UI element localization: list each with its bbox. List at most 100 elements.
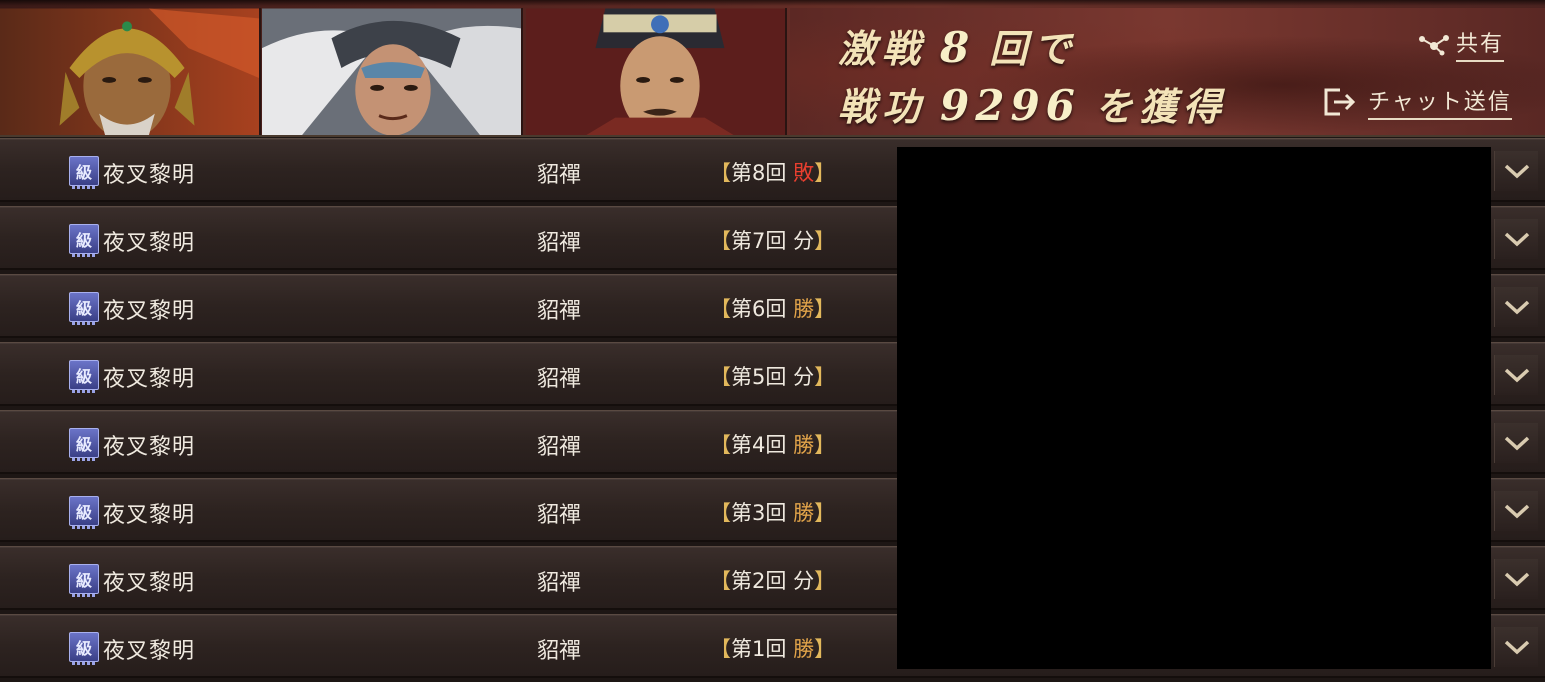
opponent-name: 貂禪 (537, 163, 582, 188)
round-label: 第7回 (731, 229, 787, 253)
round-label: 第4回 (731, 433, 787, 457)
bracket-open: 【 (710, 297, 731, 321)
player-name: 夜叉黎明 (103, 163, 196, 188)
bracket-open: 【 (710, 161, 731, 185)
general-portrait-1 (0, 8, 261, 135)
chevron-down-icon (1504, 300, 1529, 315)
bracket-open: 【 (710, 229, 731, 253)
white-haired-general-icon (262, 8, 521, 135)
merit-points-line: 戦功 9296 を獲得 (838, 76, 1227, 131)
round-result: 【第8回 敗】 (710, 157, 835, 187)
bracket-close: 】 (814, 297, 836, 321)
player-name: 夜叉黎明 (103, 639, 196, 664)
send-to-chat-label: チャット送信 (1368, 84, 1512, 120)
battle-count-line: 激戦 8 回で (838, 18, 1077, 73)
player-name: 夜叉黎明 (103, 503, 196, 528)
result-text: 勝 (793, 501, 815, 525)
opponent-name: 貂禪 (537, 639, 582, 664)
opponent-name: 貂禪 (537, 367, 582, 392)
rank-badge-icon: 級 (69, 224, 99, 257)
round-label: 第5回 (731, 365, 787, 389)
chevron-down-icon (1504, 436, 1529, 451)
chevron-down-icon (1504, 640, 1529, 655)
chevron-down-icon (1504, 368, 1529, 383)
round-result: 【第1回 勝】 (710, 633, 835, 663)
battle-count-value: 8 (940, 23, 976, 72)
battle-count-suffix: 回で (989, 26, 1078, 71)
bracket-close: 】 (814, 569, 836, 593)
expand-row-button[interactable] (1494, 491, 1538, 531)
bracket-open: 【 (710, 365, 731, 389)
merit-prefix: 戦功 (838, 84, 927, 129)
opponent-name: 貂禪 (537, 571, 582, 596)
rank-badge-icon: 級 (69, 496, 99, 529)
player-name: 夜叉黎明 (103, 367, 196, 392)
expand-row-button[interactable] (1494, 151, 1538, 191)
send-to-chat-button[interactable]: チャット送信 (1322, 84, 1512, 120)
opponent-name: 貂禪 (537, 503, 582, 528)
helmeted-general-icon (0, 8, 259, 135)
expand-row-button[interactable] (1494, 287, 1538, 327)
bracket-open: 【 (710, 569, 731, 593)
general-portrait-3 (526, 8, 787, 135)
round-label: 第8回 (731, 161, 787, 185)
merit-suffix: を獲得 (1094, 84, 1227, 129)
player-name: 夜叉黎明 (103, 571, 196, 596)
bracket-close: 】 (814, 501, 836, 525)
rank-badge-icon: 級 (69, 632, 99, 665)
bracket-open: 【 (710, 637, 731, 661)
official-general-icon (526, 8, 785, 135)
round-result: 【第5回 分】 (710, 361, 835, 391)
player-name: 夜叉黎明 (103, 435, 196, 460)
result-text: 分 (793, 569, 815, 593)
round-result: 【第4回 勝】 (710, 429, 835, 459)
result-text: 勝 (793, 637, 815, 661)
bracket-close: 】 (814, 433, 836, 457)
round-result: 【第2回 分】 (710, 565, 835, 595)
bracket-close: 】 (814, 161, 836, 185)
rank-badge-icon: 級 (69, 428, 99, 461)
share-icon (1419, 35, 1449, 56)
round-label: 第2回 (731, 569, 787, 593)
bracket-close: 】 (814, 229, 836, 253)
result-text: 勝 (793, 297, 815, 321)
bracket-open: 【 (710, 501, 731, 525)
round-label: 第6回 (731, 297, 787, 321)
merit-points-value: 9296 (940, 81, 1081, 130)
expand-row-button[interactable] (1494, 627, 1538, 667)
rank-badge-icon: 級 (69, 156, 99, 189)
player-name: 夜叉黎明 (103, 299, 196, 324)
battle-summary-header: 激戦 8 回で 戦功 9296 を獲得 共有 チャット送信 (0, 0, 1545, 137)
expand-row-button[interactable] (1494, 423, 1538, 463)
expand-row-button[interactable] (1494, 559, 1538, 599)
bracket-close: 】 (814, 637, 836, 661)
bracket-open: 【 (710, 433, 731, 457)
round-result: 【第3回 勝】 (710, 497, 835, 527)
export-to-chat-icon (1324, 88, 1356, 116)
round-result: 【第7回 分】 (710, 225, 835, 255)
chevron-down-icon (1504, 164, 1529, 179)
chevron-down-icon (1504, 572, 1529, 587)
opponent-name: 貂禪 (537, 231, 582, 256)
player-name: 夜叉黎明 (103, 231, 196, 256)
expand-row-button[interactable] (1494, 355, 1538, 395)
rank-badge-icon: 級 (69, 564, 99, 597)
opponent-name: 貂禪 (537, 435, 582, 460)
battle-count-prefix: 激戦 (838, 26, 927, 71)
share-button[interactable]: 共有 (1416, 26, 1505, 62)
rank-badge-icon: 級 (69, 292, 99, 325)
round-label: 第3回 (731, 501, 787, 525)
redacted-panel (897, 147, 1491, 669)
bracket-close: 】 (814, 365, 836, 389)
general-portrait-2 (262, 8, 523, 135)
chevron-down-icon (1504, 504, 1529, 519)
opponent-name: 貂禪 (537, 299, 582, 324)
result-text: 分 (793, 365, 815, 389)
result-text: 勝 (793, 433, 815, 457)
round-label: 第1回 (731, 637, 787, 661)
share-label: 共有 (1456, 26, 1505, 62)
expand-row-button[interactable] (1494, 219, 1538, 259)
result-text: 敗 (793, 161, 815, 185)
result-text: 分 (793, 229, 815, 253)
round-result: 【第6回 勝】 (710, 293, 835, 323)
